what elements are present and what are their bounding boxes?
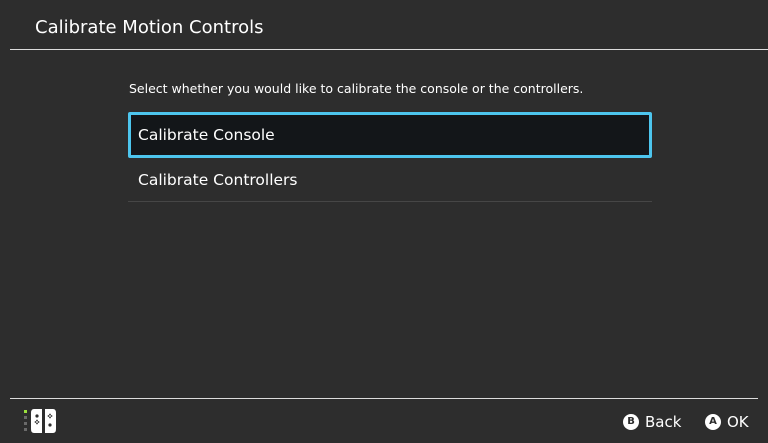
a-button-icon: A xyxy=(705,414,721,430)
system-settings-screen: Calibrate Motion Controls Select whether… xyxy=(0,0,768,443)
ok-label: OK xyxy=(727,413,749,431)
ok-button[interactable]: A OK xyxy=(705,412,749,432)
header-divider xyxy=(10,49,768,50)
back-button[interactable]: B Back xyxy=(623,412,681,432)
footer-divider xyxy=(10,398,758,399)
header: Calibrate Motion Controls xyxy=(0,0,768,50)
joycon-pair-icon[interactable] xyxy=(24,407,64,435)
calibrate-console-label: Calibrate Console xyxy=(138,126,275,144)
page-title: Calibrate Motion Controls xyxy=(35,17,264,38)
instructions-text: Select whether you would like to calibra… xyxy=(129,81,584,96)
calibrate-console-option[interactable]: Calibrate Console xyxy=(128,112,652,158)
calibrate-controllers-label: Calibrate Controllers xyxy=(138,171,298,189)
back-label: Back xyxy=(645,413,682,431)
b-button-icon: B xyxy=(623,414,639,430)
calibrate-controllers-option[interactable]: Calibrate Controllers xyxy=(128,158,652,202)
